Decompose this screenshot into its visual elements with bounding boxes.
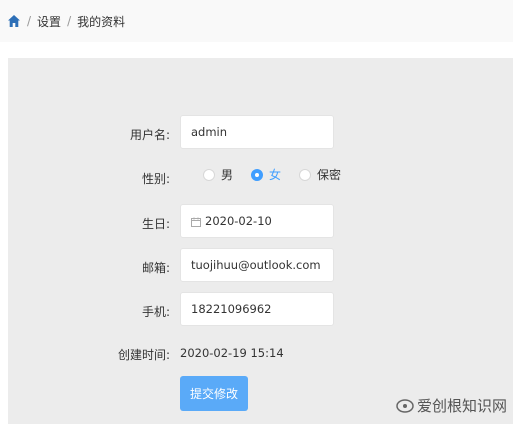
breadcrumb-settings[interactable]: 设置 (37, 13, 61, 30)
phone-label: 手机: (141, 305, 170, 319)
watermark: 爱创根知识网 (395, 395, 507, 416)
username-input[interactable]: admin (180, 115, 334, 149)
gender-male-label: 男 (221, 168, 234, 182)
watermark-logo-icon (395, 398, 415, 414)
email-input[interactable]: tuojihuu@outlook.com (180, 248, 334, 282)
phone-value: 18221096962 (191, 302, 272, 316)
calendar-icon (191, 216, 201, 227)
breadcrumb-separator: / (27, 14, 32, 28)
gender-option-male[interactable]: 男 (203, 166, 233, 183)
phone-input[interactable]: 18221096962 (180, 292, 334, 326)
username-label: 用户名: (129, 128, 170, 142)
created-time-label: 创建时间: (117, 348, 170, 362)
gender-female-label: 女 (269, 168, 282, 182)
gender-option-female[interactable]: 女 (251, 166, 281, 183)
radio-secret[interactable] (299, 168, 312, 181)
radio-male[interactable] (203, 168, 215, 181)
gender-option-secret[interactable]: 保密 (299, 166, 341, 183)
birthday-value: 2020-02-10 (205, 214, 272, 228)
radio-female[interactable] (251, 168, 264, 181)
username-value: admin (191, 125, 228, 139)
breadcrumb-separator: / (67, 14, 72, 28)
home-icon[interactable] (7, 14, 21, 28)
profile-panel (8, 58, 513, 424)
gender-secret-label: 保密 (317, 168, 342, 182)
gender-label: 性别: (141, 172, 170, 186)
birthday-label: 生日: (141, 217, 170, 231)
watermark-text: 爱创根知识网 (416, 397, 507, 415)
gender-radio-group: 男 女 保密 (203, 166, 359, 183)
submit-changes-button[interactable]: 提交修改 (180, 376, 248, 411)
breadcrumb-my-profile: 我的资料 (77, 14, 126, 29)
email-label: 邮箱: (141, 261, 170, 275)
email-value: tuojihuu@outlook.com (191, 258, 321, 272)
created-time-value: 2020-02-19 15:14 (180, 346, 284, 360)
breadcrumb-bar: / 设置 / 我的资料 (0, 0, 513, 42)
birthday-input[interactable]: 2020-02-10 (180, 204, 334, 238)
